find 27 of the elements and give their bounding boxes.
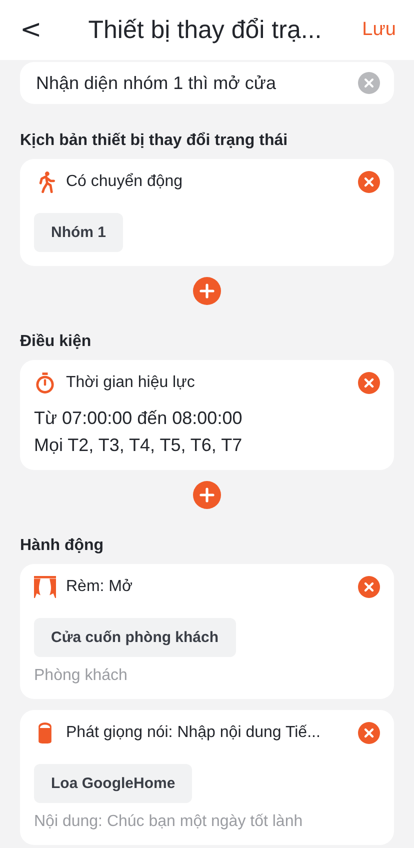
- name-value: Nhận diện nhóm 1 thì mở cửa: [36, 72, 277, 94]
- page-title: Thiết bị thay đổi trạ...: [87, 16, 323, 44]
- device-chip[interactable]: Loa GoogleHome: [34, 764, 192, 803]
- remove-icon[interactable]: [358, 576, 380, 598]
- section-title: Kịch bản thiết bị thay đổi trạng thái: [20, 132, 289, 150]
- remove-icon[interactable]: [358, 171, 380, 193]
- card-title: Rèm: Mở: [66, 578, 134, 596]
- card-title: Thời gian hiệu lực: [66, 374, 196, 392]
- section-title: Điều kiện: [20, 333, 92, 351]
- stopwatch-icon: [34, 372, 56, 394]
- remove-icon[interactable]: [358, 372, 380, 394]
- section-title: Hành động: [20, 537, 105, 555]
- condition-text: Mọi T2, T3, T4, T5, T6, T7: [34, 435, 242, 456]
- device-chip[interactable]: Cửa cuốn phòng khách: [34, 618, 236, 657]
- add-icon[interactable]: [193, 277, 221, 305]
- card-title: Phát giọng nói: Nhập nội dung Tiế...: [66, 724, 322, 742]
- back-button[interactable]: <: [14, 15, 48, 45]
- name-field[interactable]: Nhận diện nhóm 1 thì mở cửa: [20, 62, 394, 104]
- card-note: Phòng khách: [34, 667, 128, 685]
- remove-icon[interactable]: [358, 722, 380, 744]
- card-title: Có chuyển động: [66, 173, 184, 191]
- card-note: Nội dung: Chúc bạn một ngày tốt lành: [34, 813, 303, 831]
- condition-text: Từ 07:00:00 đến 08:00:00: [34, 408, 242, 429]
- curtain-icon: [34, 576, 56, 598]
- add-icon[interactable]: [193, 481, 221, 509]
- device-chip[interactable]: Nhóm 1: [34, 213, 124, 252]
- clear-icon[interactable]: [358, 72, 380, 94]
